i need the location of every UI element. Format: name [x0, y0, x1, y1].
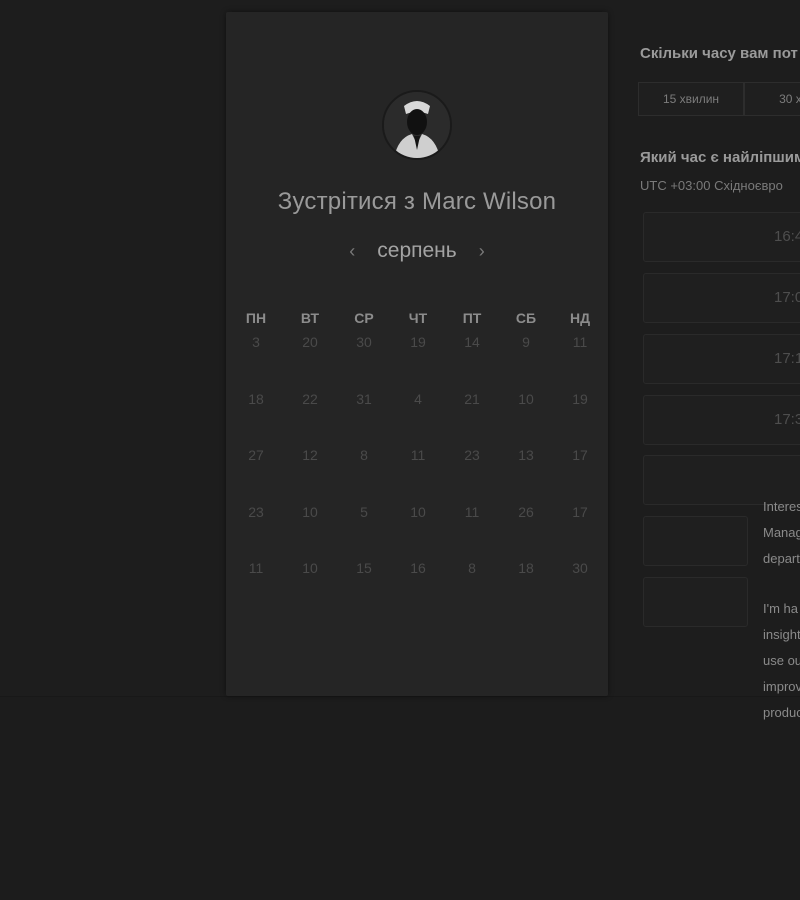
weekday-label: СБ — [515, 310, 537, 326]
calendar-day: 12 — [302, 447, 318, 463]
time-slot[interactable]: 17:1 — [643, 334, 800, 384]
message-line: Interes — [763, 499, 800, 514]
calendar-day: 5 — [360, 503, 368, 520]
calendar-day: 17 — [572, 503, 588, 520]
calendar-day: 10 — [518, 390, 534, 407]
calendar-day: 8 — [360, 447, 368, 463]
calendar-day: 27 — [248, 447, 264, 463]
time-question: Який час є найліпшим — [640, 149, 800, 166]
time-slot-label: 17:1 — [774, 350, 800, 367]
calendar-day: 13 — [518, 447, 534, 463]
calendar-day: 3 — [252, 334, 260, 350]
calendar-day: 18 — [518, 560, 534, 576]
calendar-day: 11 — [410, 447, 426, 463]
calendar-day: 8 — [468, 560, 476, 576]
message-preview: Interes Manag depart I'm ha insight use … — [763, 494, 800, 726]
page: Зустрітися з Marc Wilson ‹ серпень › ПН … — [0, 0, 800, 900]
calendar-day: 30 — [572, 560, 588, 576]
calendar-day: 14 — [464, 334, 480, 350]
time-slot-label: 16:4 — [774, 228, 800, 245]
calendar-day: 16 — [410, 560, 426, 576]
time-slot[interactable]: 17:0 — [643, 273, 800, 323]
message-line: depart — [763, 551, 800, 566]
weekday-label: НД — [569, 310, 591, 326]
calendar-day: 30 — [356, 334, 372, 350]
calendar-day: 10 — [302, 560, 318, 576]
time-slot-label: 17:0 — [774, 289, 800, 306]
calendar-day: 15 — [356, 560, 372, 576]
calendar-grid: 3 20 30 19 14 9 11 18 22 31 4 21 10 19 2… — [229, 334, 607, 617]
avatar-photo-icon — [384, 92, 450, 158]
weekday-label: СР — [354, 310, 374, 326]
host-name: Marc Wilson — [422, 188, 557, 215]
time-slot[interactable] — [643, 516, 748, 566]
duration-option-30[interactable]: 30 хви — [744, 82, 800, 116]
weekday-label: ПН — [245, 310, 267, 326]
weekday-label: ВТ — [300, 310, 320, 326]
calendar-day: 11 — [464, 503, 480, 520]
scheduler-card: Зустрітися з Marc Wilson ‹ серпень › ПН … — [226, 12, 608, 696]
weekday-header: ПН ВТ СР ЧТ ПТ СБ НД — [229, 310, 607, 326]
chevron-left-icon[interactable]: ‹ — [345, 241, 359, 262]
time-slot-label: 17:3 — [774, 411, 800, 428]
duration-option-15[interactable]: 15 хвилин — [638, 82, 744, 116]
time-slot[interactable]: 17:3 — [643, 395, 800, 445]
calendar-day: 20 — [302, 334, 318, 350]
duration-question: Скільки часу вам пот — [640, 45, 798, 62]
calendar-day: 10 — [410, 503, 426, 520]
calendar-day: 19 — [572, 390, 588, 407]
calendar-day: 23 — [464, 447, 480, 463]
booking-panel: Скільки часу вам пот 15 хвилин 30 хви Як… — [638, 0, 800, 900]
host-avatar — [382, 90, 452, 160]
message-line: use ou — [763, 653, 800, 668]
message-line: improv — [763, 679, 800, 694]
message-line: Manag — [763, 525, 800, 540]
calendar-day: 18 — [248, 390, 264, 407]
timezone-label: UTC +03:00 Східноєвро — [640, 178, 783, 193]
time-slot[interactable]: 16:4 — [643, 212, 800, 262]
calendar-day: 4 — [414, 390, 422, 407]
calendar-day: 26 — [518, 503, 534, 520]
calendar-day: 22 — [302, 390, 318, 407]
message-line: insight — [763, 627, 800, 642]
meeting-title: Зустрітися з Marc Wilson — [226, 188, 608, 216]
calendar-day: 21 — [464, 390, 480, 407]
time-slot[interactable] — [643, 577, 748, 627]
calendar-day: 9 — [522, 334, 530, 350]
calendar-day: 10 — [302, 503, 318, 520]
calendar-day: 11 — [248, 560, 264, 576]
weekday-label: ЧТ — [408, 310, 428, 326]
message-line: produc — [763, 705, 800, 720]
chevron-right-icon[interactable]: › — [475, 241, 489, 262]
calendar-day: 17 — [572, 447, 588, 463]
duration-options: 15 хвилин 30 хви — [638, 82, 800, 116]
month-label: серпень — [377, 239, 457, 262]
month-navigator: ‹ серпень › — [226, 238, 608, 264]
calendar-day: 19 — [410, 334, 426, 350]
message-line: I'm ha — [763, 601, 798, 616]
calendar-day: 23 — [248, 503, 264, 520]
calendar-day: 31 — [356, 390, 372, 407]
weekday-label: ПТ — [462, 310, 482, 326]
meeting-title-prefix: Зустрітися з — [277, 188, 416, 215]
calendar-day: 11 — [572, 334, 588, 350]
